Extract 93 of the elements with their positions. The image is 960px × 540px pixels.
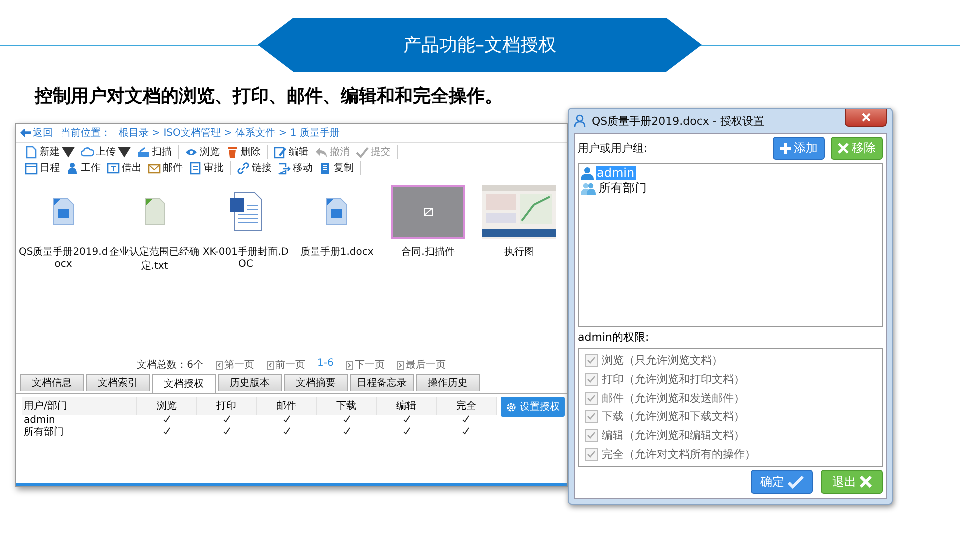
file-name[interactable]: 合同.扫描件: [402, 245, 455, 259]
toolbar-button[interactable]: 新建: [25, 145, 75, 159]
column-header: 完全: [436, 397, 496, 415]
page-range: 1-6: [318, 358, 334, 371]
tab[interactable]: 文档授权: [152, 374, 216, 393]
chevron-right-icon: [396, 360, 404, 370]
toolbar-button[interactable]: 审批: [189, 161, 224, 175]
group-icon: [581, 182, 596, 195]
toolbar-button[interactable]: 工作: [66, 161, 101, 175]
user-icon: [581, 166, 594, 180]
column-header: 编辑: [376, 397, 436, 415]
caret-icon: [118, 146, 131, 158]
close-button[interactable]: [845, 109, 887, 127]
permission-label: 邮件（允许浏览和发送邮件）: [602, 390, 745, 406]
permission-label: 编辑（允许浏览和编辑文档）: [602, 428, 745, 444]
trash-icon: [226, 146, 239, 158]
file-name[interactable]: 质量手册1.docx: [300, 245, 374, 259]
chevron-right-icon: [346, 360, 353, 370]
toolbar-button[interactable]: 邮件: [148, 161, 183, 175]
box-icon: [107, 162, 120, 174]
document-icon: [324, 198, 350, 226]
table-cell: admin: [22, 415, 137, 427]
toolbar-button[interactable]: 编辑: [274, 145, 309, 159]
toolbar-button[interactable]: 日程: [25, 161, 60, 175]
document-count: 文档总数：6个: [137, 358, 204, 372]
last-page-link[interactable]: 最后一页: [396, 358, 446, 372]
cross-icon: [860, 476, 872, 488]
person-icon: [66, 162, 79, 174]
breadcrumb: 根目录 > ISO文档管理 > 体系文件 > 1 质量手册: [119, 126, 340, 140]
column-header: 浏览: [136, 397, 197, 415]
column-header: 用户/部门: [22, 397, 137, 415]
column-header: 打印: [196, 397, 257, 415]
tab[interactable]: 文档信息: [20, 374, 84, 391]
file-name[interactable]: 企业认定范围已经确定.txt: [109, 245, 200, 273]
back-arrow-icon: [20, 129, 31, 137]
calendar-icon: [25, 162, 38, 174]
location-label: 当前位置：: [61, 126, 111, 140]
file-name[interactable]: XK-001手册封面.DOC: [200, 245, 292, 270]
first-page-link[interactable]: 第一页: [216, 358, 255, 372]
cloud-icon: [81, 146, 94, 158]
pencil-icon: [274, 146, 287, 158]
table-cell-text: 所有部门: [23, 427, 65, 439]
link-icon: [237, 162, 250, 174]
toolbar-button[interactable]: 借出: [107, 161, 142, 175]
dialog-title: QS质量手册2019.docx - 授权设置: [592, 114, 766, 128]
broken-image-icon: [424, 208, 433, 216]
user-list-item[interactable]: 所有部门: [581, 180, 648, 197]
caret-icon: [62, 146, 75, 158]
close-icon: [862, 113, 870, 122]
undo-icon: [315, 146, 328, 158]
set-permissions-button[interactable]: 设置授权: [501, 397, 565, 417]
back-button[interactable]: 返回: [20, 126, 53, 140]
permission-label: 完全（允许对文档所有的操作）: [602, 447, 756, 462]
document-icon: [142, 198, 167, 226]
check-icon: [356, 146, 369, 158]
plus-icon: [780, 143, 791, 154]
document-icon: [25, 146, 38, 158]
file-name[interactable]: QS质量手册2019.docx: [18, 245, 110, 270]
toolbar-button[interactable]: 浏览: [185, 145, 220, 159]
check-icon: [788, 476, 804, 488]
slide-heading: 控制用户对文档的浏览、打印、邮件、编辑和和完全操作。: [35, 85, 504, 108]
permission-label: 下载（允许浏览和下载文档）: [602, 409, 745, 424]
document-icon: [50, 198, 77, 226]
column-header: 下载: [316, 397, 377, 415]
copy-icon: [319, 162, 332, 174]
toolbar-button[interactable]: 删除: [226, 145, 261, 159]
slide-title: 产品功能–文档授权: [258, 18, 702, 72]
users-label: 用户或用户组:: [578, 141, 649, 156]
cross-icon: [838, 143, 849, 154]
next-page-link[interactable]: 下一页: [346, 358, 385, 372]
permission-label: 浏览（只允许浏览文档）: [602, 352, 723, 368]
toolbar-button[interactable]: 复制: [319, 161, 354, 175]
user-icon: [574, 114, 588, 128]
permission-label: 打印（允许浏览和打印文档）: [602, 372, 745, 387]
file-name[interactable]: 执行图: [504, 245, 534, 259]
tab[interactable]: 操作历史: [416, 374, 480, 391]
envelope-icon: [148, 162, 161, 174]
tab[interactable]: 文档索引: [86, 374, 150, 391]
document-icon: [228, 192, 263, 232]
toolbar-button[interactable]: 上传: [81, 145, 131, 159]
tab[interactable]: 历史版本: [218, 374, 282, 391]
permissions-label: admin的权限:: [578, 330, 650, 345]
toolbar-button[interactable]: 移动: [278, 161, 313, 175]
tab[interactable]: 文档摘要: [284, 374, 348, 391]
chevron-left-icon: [216, 360, 223, 370]
column-header: 邮件: [256, 397, 317, 415]
chevron-left-icon: [266, 360, 274, 370]
tab[interactable]: 日程备忘录: [350, 374, 414, 391]
clipboard-icon: [189, 162, 202, 174]
toolbar-button[interactable]: 扫描: [137, 145, 172, 159]
previous-page-link[interactable]: 前一页: [266, 358, 306, 372]
toolbar-button[interactable]: 链接: [237, 161, 272, 175]
arrow-icon: [278, 162, 291, 174]
